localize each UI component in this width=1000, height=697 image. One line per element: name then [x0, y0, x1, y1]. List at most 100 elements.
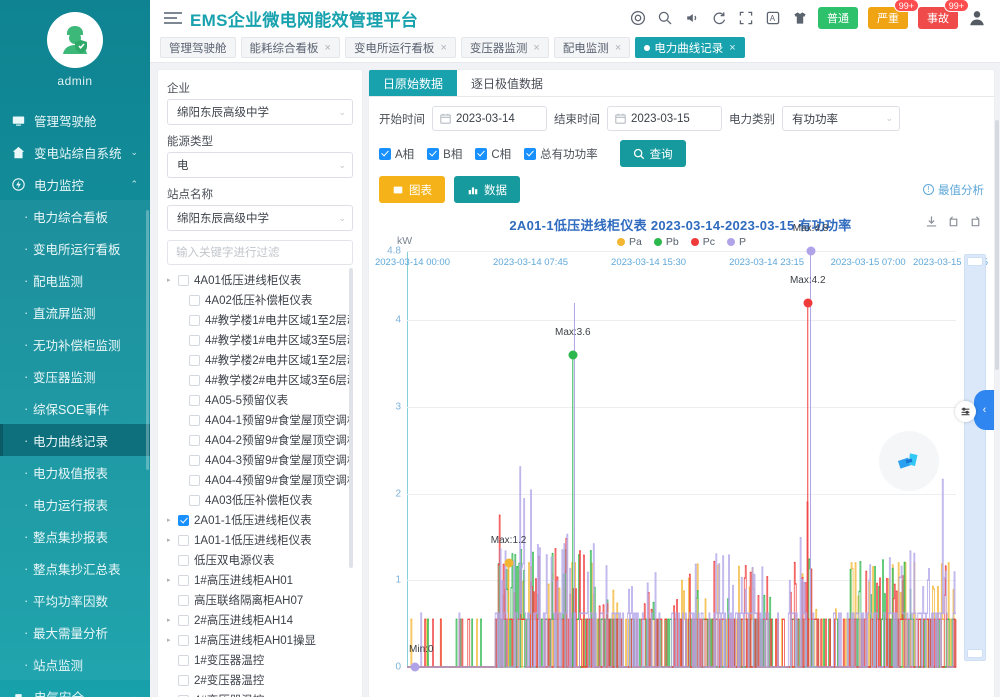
data-view-button[interactable]: 数据 [454, 176, 520, 203]
download-icon[interactable] [925, 215, 938, 228]
volume-icon[interactable] [683, 10, 700, 27]
legend-item-pb[interactable]: Pb [654, 236, 679, 248]
end-date-input[interactable]: 2023-03-15 [607, 106, 722, 131]
tree-node[interactable]: ▸1#变压器温控 [167, 650, 353, 670]
refresh-icon[interactable] [710, 10, 727, 27]
tree-checkbox[interactable] [189, 455, 200, 466]
tab-daily-raw-data[interactable]: 日原始数据 [369, 70, 457, 96]
tree-checkbox[interactable] [178, 675, 189, 686]
query-button[interactable]: 查询 [620, 140, 686, 167]
tree-checkbox[interactable] [178, 635, 189, 646]
tree-filter-input[interactable] [167, 240, 353, 265]
sidebar-item-distribution[interactable]: ·配电监测 [0, 264, 150, 296]
tree-checkbox[interactable] [189, 295, 200, 306]
status-badge-normal[interactable]: 普通 [818, 7, 858, 29]
max-marker-p[interactable] [806, 247, 815, 256]
sidebar-item-hourly-report[interactable]: ·整点集抄报表 [0, 520, 150, 552]
tree-node[interactable]: ▸低压双电源仪表 [167, 550, 353, 570]
sidebar-item-soe[interactable]: ·综保SOE事件 [0, 392, 150, 424]
sidebar-item-power-curve[interactable]: ·电力曲线记录 [0, 424, 150, 456]
tree-checkbox[interactable] [189, 395, 200, 406]
enterprise-select[interactable]: 绵阳东辰高级中学 ⌄ [167, 99, 353, 125]
tree-node[interactable]: ▸4A04-2预留9#食堂屋顶空调机组仪表 [167, 430, 353, 450]
chevron-right-icon[interactable]: ▸ [167, 276, 178, 284]
max-marker-pc[interactable] [803, 299, 812, 308]
tree-checkbox[interactable] [189, 475, 200, 486]
chevron-right-icon[interactable]: ▸ [167, 516, 178, 524]
tree-checkbox[interactable] [189, 335, 200, 346]
checkbox-total-active-power[interactable]: 总有功功率 [524, 146, 598, 162]
chevron-right-icon[interactable]: ▸ [167, 616, 178, 624]
collapse-panel-button[interactable]: ‹ [974, 390, 994, 430]
tree-node[interactable]: ▸1#高压进线柜AH01操显 [167, 630, 353, 650]
avatar[interactable] [47, 12, 103, 68]
status-badge-fault[interactable]: 事故 99+ [918, 7, 958, 29]
chevron-right-icon[interactable]: ▸ [167, 536, 178, 544]
sidebar-item-dc-panel[interactable]: ·直流屏监测 [0, 296, 150, 328]
tree-scrollbar[interactable] [349, 268, 353, 568]
magic-box-icon[interactable] [969, 215, 982, 228]
tree-node[interactable]: ▸高压联络隔离柜AH07 [167, 590, 353, 610]
sidebar-item-site-monitor[interactable]: ·站点监测 [0, 648, 150, 680]
tab-dashboard[interactable]: 管理驾驶舱 [160, 37, 236, 58]
tree-checkbox[interactable] [189, 415, 200, 426]
start-date-input[interactable]: 2023-03-14 [432, 106, 547, 131]
menu-toggle-icon[interactable] [160, 12, 182, 24]
user-circle-icon[interactable] [629, 10, 646, 27]
tree-node[interactable]: ▸4#教学楼1#电井区域3至5层动力仪表 [167, 330, 353, 350]
tree-node[interactable]: ▸4A04-1预留9#食堂屋顶空调机组仪表 [167, 410, 353, 430]
site-name-select[interactable]: 绵阳东辰高级中学 ⌄ [167, 205, 353, 231]
language-icon[interactable]: A [764, 10, 781, 27]
close-icon[interactable]: × [325, 42, 331, 54]
datazoom-handle-bottom[interactable] [967, 649, 983, 658]
sidebar-item-substation[interactable]: 变电站综自系统 ⌄ [0, 136, 150, 168]
legend-item-pc[interactable]: Pc [691, 236, 715, 248]
fullscreen-icon[interactable] [737, 10, 754, 27]
sidebar-item-reactive-comp[interactable]: ·无功补偿柜监测 [0, 328, 150, 360]
sidebar-item-substation-board[interactable]: ·变电所运行看板 [0, 232, 150, 264]
close-icon[interactable]: × [729, 42, 735, 54]
chart-datazoom-slider[interactable] [964, 254, 986, 661]
tree-checkbox[interactable] [178, 515, 189, 526]
theme-shirt-icon[interactable] [791, 10, 808, 27]
chart-settings-button[interactable] [955, 401, 976, 422]
checkbox-phase-a[interactable]: A相 [379, 146, 414, 162]
sidebar-item-dashboard[interactable]: 管理驾驶舱 [0, 104, 150, 136]
chevron-right-icon[interactable]: ▸ [167, 576, 178, 584]
checkbox-phase-c[interactable]: C相 [475, 146, 511, 162]
tree-checkbox[interactable] [189, 435, 200, 446]
close-icon[interactable]: × [615, 42, 621, 54]
sidebar-item-hourly-summary[interactable]: ·整点集抄汇总表 [0, 552, 150, 584]
checkbox-phase-b[interactable]: B相 [427, 146, 462, 162]
page-scrollbar[interactable] [995, 0, 1000, 697]
tree-node[interactable]: ▸4#教学楼2#电井区域1至2层动力仪表 [167, 350, 353, 370]
tree-checkbox[interactable] [178, 615, 189, 626]
tree-node[interactable]: ▸4A05-5预留仪表 [167, 390, 353, 410]
tree-checkbox[interactable] [178, 575, 189, 586]
tree-checkbox[interactable] [189, 355, 200, 366]
tree-checkbox[interactable] [178, 275, 189, 286]
tab-substation-board[interactable]: 变电所运行看板× [345, 37, 456, 58]
restore-icon[interactable] [947, 215, 960, 228]
tab-daily-extreme-data[interactable]: 逐日极值数据 [457, 70, 557, 96]
tree-checkbox[interactable] [178, 655, 189, 666]
tree-node[interactable]: ▸4A01低压进线柜仪表 [167, 270, 353, 290]
device-tree[interactable]: ▸4A01低压进线柜仪表 ▸4A02低压补偿柜仪表 ▸4#教学楼1#电井区域1至… [167, 268, 353, 697]
tree-node[interactable]: ▸1A01-1低压进线柜仪表 [167, 530, 353, 550]
max-marker-pa[interactable] [504, 559, 513, 568]
tree-checkbox[interactable] [189, 495, 200, 506]
sidebar-item-electrical-safety[interactable]: 电气安全 ⌄ [0, 680, 150, 697]
sidebar-item-power-monitoring[interactable]: 电力监控 ⌃ [0, 168, 150, 200]
tree-node[interactable]: ▸1#高压进线柜AH01 [167, 570, 353, 590]
tree-node[interactable]: ▸4#变压器温控 [167, 690, 353, 697]
status-badge-severe[interactable]: 严重 99+ [868, 7, 908, 29]
sidebar-item-operation-report[interactable]: ·电力运行报表 [0, 488, 150, 520]
tree-node[interactable]: ▸4#教学楼1#电井区域1至2层动力仪表 [167, 310, 353, 330]
user-avatar-icon[interactable] [968, 9, 986, 27]
tree-node[interactable]: ▸4#教学楼2#电井区域3至6层动力仪表 [167, 370, 353, 390]
tab-energy-board[interactable]: 能耗综合看板× [241, 37, 340, 58]
power-category-select[interactable]: 有功功率 ⌄ [782, 106, 900, 131]
close-icon[interactable]: × [440, 42, 446, 54]
sidebar-item-max-demand[interactable]: ·最大需量分析 [0, 616, 150, 648]
tab-transformer-monitor[interactable]: 变压器监测× [461, 37, 549, 58]
